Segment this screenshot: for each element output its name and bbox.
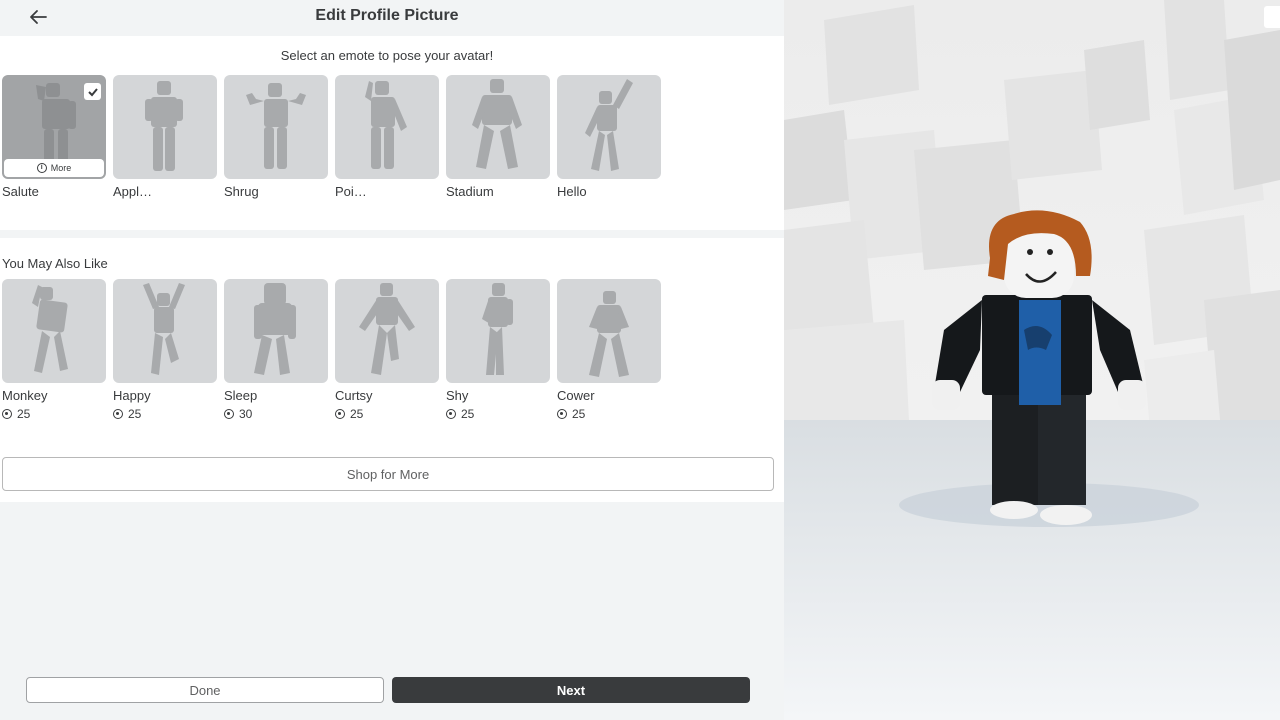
recommended-emotes-grid: Monkey 25 Happy 25 Sleep 30 Curtsy 25 Sh… bbox=[2, 279, 661, 421]
recommended-card-sleep[interactable]: Sleep 30 bbox=[224, 279, 328, 421]
emote-card-hello[interactable]: Hello bbox=[557, 75, 661, 199]
stadium-pose-icon bbox=[472, 79, 522, 169]
emote-card-shrug[interactable]: Shrug bbox=[224, 75, 328, 199]
sleep-pose-icon bbox=[254, 283, 296, 375]
price-tag: 25 bbox=[557, 407, 661, 421]
price-value: 25 bbox=[572, 407, 586, 421]
robux-balance-icon[interactable] bbox=[1264, 6, 1280, 28]
emote-thumbnail[interactable]: i More bbox=[2, 75, 106, 179]
robux-icon bbox=[335, 409, 345, 419]
emote-name: Monkey bbox=[2, 388, 48, 403]
info-icon: i bbox=[36, 163, 47, 173]
emote-thumbnail[interactable] bbox=[335, 279, 439, 383]
shrug-pose-icon bbox=[246, 83, 306, 169]
header-bar: Edit Profile Picture bbox=[0, 0, 784, 36]
price-tag: 25 bbox=[446, 407, 550, 421]
shop-for-more-button[interactable]: Shop for More bbox=[2, 457, 774, 491]
price-tag: 25 bbox=[113, 407, 217, 421]
owned-emotes-grid: i More Salute Appl… Shrug Poi… Stadium H… bbox=[2, 75, 661, 199]
emote-name: Hello bbox=[557, 184, 587, 199]
recommendations-title: You May Also Like bbox=[2, 256, 108, 271]
curtsy-pose-icon bbox=[359, 283, 415, 375]
applaud-pose-icon bbox=[145, 81, 183, 171]
emote-name: Shrug bbox=[224, 184, 259, 199]
done-button[interactable]: Done bbox=[26, 677, 384, 703]
point-pose-icon bbox=[365, 81, 407, 169]
robux-icon bbox=[224, 409, 234, 419]
price-value: 25 bbox=[17, 407, 31, 421]
robux-icon bbox=[557, 409, 567, 419]
emote-name: Sleep bbox=[224, 388, 258, 403]
more-label: More bbox=[50, 163, 72, 173]
emote-thumbnail[interactable] bbox=[335, 75, 439, 179]
more-info-button[interactable]: i More bbox=[4, 159, 104, 177]
price-tag: 30 bbox=[224, 407, 328, 421]
emote-thumbnail[interactable] bbox=[557, 279, 661, 383]
emote-name: Salute bbox=[2, 184, 39, 199]
emote-thumbnail[interactable] bbox=[446, 279, 550, 383]
recommended-card-curtsy[interactable]: Curtsy 25 bbox=[335, 279, 439, 421]
emote-content: Select an emote to pose your avatar! i M… bbox=[0, 36, 784, 502]
section-divider bbox=[0, 230, 784, 238]
hello-pose-icon bbox=[585, 79, 633, 171]
price-value: 30 bbox=[239, 407, 253, 421]
emote-thumbnail[interactable] bbox=[446, 75, 550, 179]
emote-name: Shy bbox=[446, 388, 469, 403]
emote-card-stadium[interactable]: Stadium bbox=[446, 75, 550, 199]
robux-icon bbox=[446, 409, 456, 419]
recommended-card-monkey[interactable]: Monkey 25 bbox=[2, 279, 106, 421]
price-value: 25 bbox=[128, 407, 142, 421]
emote-thumbnail[interactable] bbox=[2, 279, 106, 383]
emote-name: Appl… bbox=[113, 184, 153, 199]
selected-checkbox[interactable] bbox=[84, 83, 101, 100]
robux-icon bbox=[113, 409, 123, 419]
recommended-card-happy[interactable]: Happy 25 bbox=[113, 279, 217, 421]
monkey-pose-icon bbox=[32, 285, 68, 373]
emote-card-applaud[interactable]: Appl… bbox=[113, 75, 217, 199]
shy-pose-icon bbox=[482, 283, 513, 375]
emote-instructions: Select an emote to pose your avatar! bbox=[280, 48, 494, 63]
emote-name: Stadium bbox=[446, 184, 494, 199]
recommended-card-cower[interactable]: Cower 25 bbox=[557, 279, 661, 421]
emote-card-point[interactable]: Poi… bbox=[335, 75, 439, 199]
page-title: Edit Profile Picture bbox=[315, 7, 459, 24]
happy-pose-icon bbox=[143, 283, 185, 375]
price-tag: 25 bbox=[2, 407, 106, 421]
emote-name: Cower bbox=[557, 388, 595, 403]
emote-name: Curtsy bbox=[335, 388, 373, 403]
price-tag: 25 bbox=[335, 407, 439, 421]
emote-card-salute[interactable]: i More Salute bbox=[2, 75, 106, 199]
price-value: 25 bbox=[350, 407, 364, 421]
emote-thumbnail[interactable] bbox=[113, 279, 217, 383]
checkmark-icon bbox=[87, 87, 98, 96]
emote-thumbnail[interactable] bbox=[113, 75, 217, 179]
price-value: 25 bbox=[461, 407, 475, 421]
avatar-scene bbox=[784, 0, 1280, 720]
avatar-preview[interactable] bbox=[784, 0, 1280, 720]
next-button[interactable]: Next bbox=[392, 677, 750, 703]
emote-thumbnail[interactable] bbox=[557, 75, 661, 179]
emote-thumbnail[interactable] bbox=[224, 279, 328, 383]
emote-name: Happy bbox=[113, 388, 151, 403]
emote-thumbnail[interactable] bbox=[224, 75, 328, 179]
robux-icon bbox=[2, 409, 12, 419]
cower-pose-icon bbox=[589, 291, 629, 377]
editor-panel: Edit Profile Picture Select an emote to … bbox=[0, 0, 784, 720]
recommended-card-shy[interactable]: Shy 25 bbox=[446, 279, 550, 421]
emote-name: Poi… bbox=[335, 184, 367, 199]
